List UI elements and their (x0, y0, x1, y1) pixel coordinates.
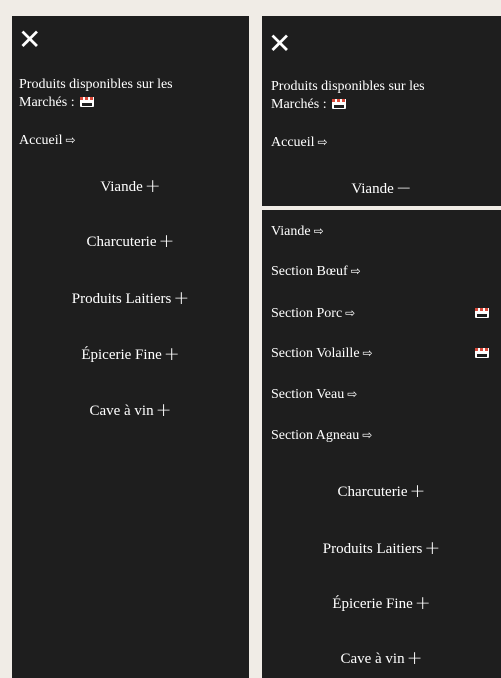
home-link[interactable]: Accueil ⇨ (271, 133, 328, 152)
close-icon[interactable]: ✕ (268, 30, 291, 58)
arrow-right-icon: ⇨ (350, 264, 361, 278)
arrow-right-icon: ⇨ (313, 224, 324, 238)
plus-icon[interactable]: + (410, 480, 426, 502)
category-label: Viande (100, 179, 143, 195)
close-icon[interactable]: ✕ (18, 26, 41, 54)
intro-line1: Produits disponibles sur les (271, 79, 425, 94)
submenu-item-label: Section Volaille (271, 346, 360, 361)
category-viande[interactable]: Viande + (12, 176, 249, 197)
mobile-menu-expanded-header: ✕ Produits disponibles sur les Marchés :… (262, 16, 501, 206)
plus-icon[interactable]: + (173, 287, 189, 309)
minus-icon[interactable]: − (396, 177, 412, 199)
intro-text: Produits disponibles sur les Marchés : (271, 78, 425, 114)
category-label: Cave à vin (340, 651, 405, 667)
submenu-item-section-agneau[interactable]: Section Agneau ⇨ (271, 426, 372, 445)
plus-icon[interactable]: + (415, 592, 431, 614)
category-epicerie-fine[interactable]: Épicerie Fine + (12, 344, 249, 365)
plus-icon[interactable]: + (156, 399, 172, 421)
plus-icon[interactable]: + (145, 175, 161, 197)
market-stall-icon (332, 99, 347, 109)
submenu-item-section-volaille[interactable]: Section Volaille ⇨ (271, 344, 373, 363)
intro-line2: Marchés : (271, 97, 327, 112)
arrow-right-icon: ⇨ (362, 346, 373, 360)
submenu-item-viande[interactable]: Viande ⇨ (271, 222, 324, 241)
category-label: Charcuterie (86, 234, 157, 250)
category-label: Charcuterie (337, 484, 408, 500)
home-link-label: Accueil (19, 133, 63, 148)
category-label: Cave à vin (89, 403, 154, 419)
category-cave-a-vin[interactable]: Cave à vin + (12, 400, 249, 421)
arrow-right-icon: ⇨ (345, 306, 356, 320)
submenu-item-section-boeuf[interactable]: Section Bœuf ⇨ (271, 262, 361, 281)
submenu-item-label: Section Bœuf (271, 264, 348, 279)
mobile-menu-expanded-body: Viande ⇨ Section Bœuf ⇨ Section Porc ⇨ Sect… (262, 210, 501, 678)
category-viande-expanded[interactable]: Viande − (262, 178, 501, 199)
submenu-item-label: Section Porc (271, 306, 343, 321)
plus-icon[interactable]: + (407, 647, 423, 669)
home-link[interactable]: Accueil ⇨ (19, 131, 76, 150)
submenu-item-label: Section Agneau (271, 428, 360, 443)
intro-line2: Marchés : (19, 95, 75, 110)
category-charcuterie[interactable]: Charcuterie + (262, 481, 501, 502)
intro-line1: Produits disponibles sur les (19, 77, 173, 92)
arrow-right-icon: ⇨ (65, 133, 76, 147)
category-label: Épicerie Fine (332, 596, 413, 612)
submenu-item-section-veau[interactable]: Section Veau ⇨ (271, 385, 357, 404)
category-cave-a-vin[interactable]: Cave à vin + (262, 648, 501, 669)
plus-icon[interactable]: + (424, 537, 440, 559)
market-stall-icon (475, 308, 489, 318)
category-produits-laitiers[interactable]: Produits Laitiers + (262, 538, 501, 559)
category-produits-laitiers[interactable]: Produits Laitiers + (12, 288, 249, 309)
arrow-right-icon: ⇨ (362, 428, 373, 442)
submenu-item-label: Section Veau (271, 387, 345, 402)
plus-icon[interactable]: + (164, 343, 180, 365)
arrow-right-icon: ⇨ (347, 387, 358, 401)
intro-text: Produits disponibles sur les Marchés : (19, 76, 173, 112)
market-stall-icon (80, 97, 95, 107)
category-label: Épicerie Fine (81, 347, 162, 363)
submenu-item-section-porc[interactable]: Section Porc ⇨ (271, 304, 355, 323)
plus-icon[interactable]: + (159, 230, 175, 252)
home-link-label: Accueil (271, 135, 315, 150)
category-label: Produits Laitiers (322, 541, 423, 557)
arrow-right-icon: ⇨ (317, 135, 328, 149)
submenu-item-label: Viande (271, 224, 311, 239)
category-label: Viande (351, 181, 394, 197)
market-stall-icon (475, 348, 489, 358)
category-charcuterie[interactable]: Charcuterie + (12, 231, 249, 252)
mobile-menu-collapsed: ✕ Produits disponibles sur les Marchés :… (12, 16, 249, 678)
category-epicerie-fine[interactable]: Épicerie Fine + (262, 593, 501, 614)
category-label: Produits Laitiers (71, 291, 172, 307)
